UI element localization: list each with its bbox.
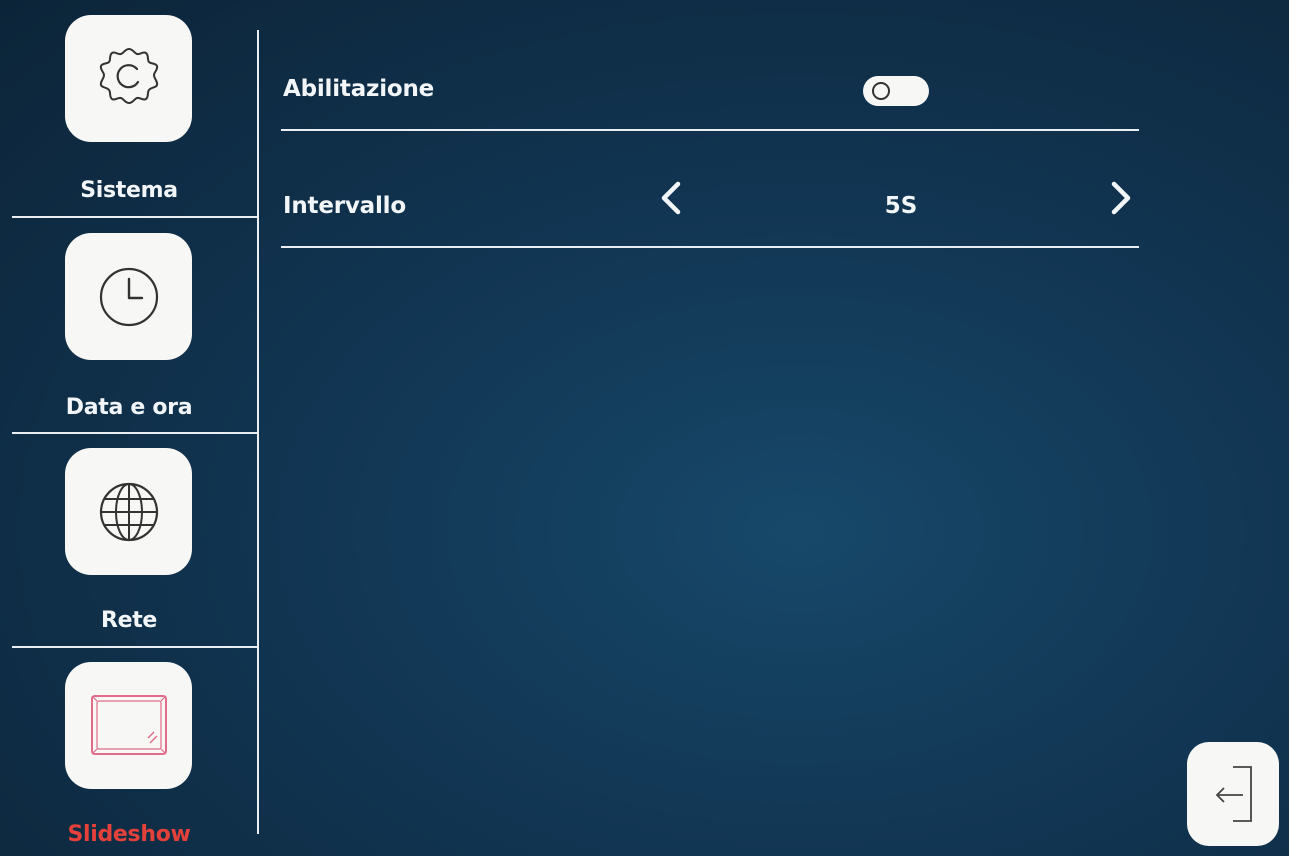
- rete-tile[interactable]: [65, 448, 192, 575]
- settings-screen: Sistema Data e ora Rete Slideshow Abilit…: [0, 0, 1289, 856]
- enable-toggle[interactable]: [863, 76, 929, 106]
- sidebar-item-label: Data e ora: [65, 395, 193, 420]
- data-e-ora-tile[interactable]: [65, 233, 192, 360]
- chevron-left-icon: [661, 181, 681, 215]
- globe-icon: [99, 482, 158, 541]
- setting-row-intervallo: Intervallo 5S: [281, 178, 1139, 248]
- interval-increase-button[interactable]: [1104, 178, 1138, 218]
- clock-icon: [99, 267, 158, 326]
- sidebar-vertical-divider: [257, 30, 259, 834]
- sidebar-item-slideshow[interactable]: Slideshow: [0, 648, 258, 856]
- setting-label: Intervallo: [283, 193, 406, 219]
- sidebar-item-label: Rete: [100, 608, 158, 633]
- chevron-right-icon: [1111, 181, 1131, 215]
- interval-decrease-button[interactable]: [654, 178, 688, 218]
- gear-icon: [99, 47, 158, 104]
- interval-value: 5S: [884, 193, 918, 219]
- setting-label: Abilitazione: [283, 76, 435, 102]
- slideshow-tile[interactable]: [65, 662, 192, 789]
- picture-frame-icon: [90, 694, 167, 755]
- sidebar-item-rete[interactable]: Rete: [0, 434, 258, 648]
- exit-arrow-icon: [1215, 766, 1252, 822]
- toggle-knob: [872, 82, 890, 100]
- sidebar: Sistema Data e ora Rete Slideshow: [0, 0, 259, 856]
- setting-row-abilitazione: Abilitazione: [281, 74, 1139, 144]
- sidebar-item-label: Sistema: [80, 178, 178, 203]
- sistema-tile[interactable]: [65, 15, 192, 142]
- sidebar-item-data-e-ora[interactable]: Data e ora: [0, 218, 258, 432]
- row-divider: [281, 129, 1139, 131]
- row-divider: [281, 246, 1139, 248]
- sidebar-item-sistema[interactable]: Sistema: [0, 0, 258, 214]
- exit-button[interactable]: [1187, 742, 1279, 846]
- sidebar-item-label: Slideshow: [67, 822, 191, 847]
